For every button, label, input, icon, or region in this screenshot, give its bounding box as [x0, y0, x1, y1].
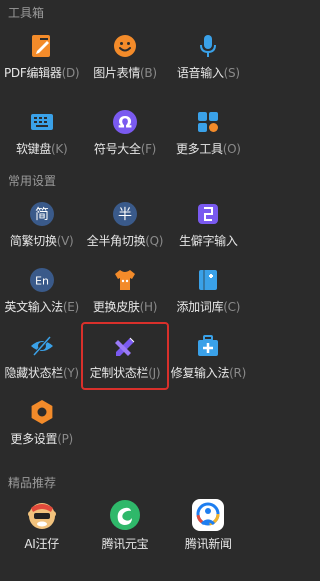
settings-grid: 简 简繁切换(V) 半 全半角切换(Q) 生僻字输入 En 英文输入法(E) 更… — [0, 196, 250, 450]
setting-more-settings[interactable]: 更多设置(P) — [0, 394, 83, 450]
medkit-icon — [194, 332, 222, 360]
tool-image-emoji[interactable]: 图片表情(B) — [83, 28, 166, 84]
book-icon — [194, 266, 222, 294]
setting-customize-statusbar[interactable]: 定制状态栏(J) — [81, 322, 169, 390]
svg-text:简: 简 — [35, 206, 49, 223]
section-title-common-settings: 常用设置 — [8, 174, 57, 188]
recommended-grid: AI汪仔 腾讯元宝 腾讯新闻 — [0, 496, 250, 556]
ai-wangzai-icon — [25, 498, 59, 532]
simplified-icon: 简 — [28, 200, 56, 228]
tool-pdf-editor[interactable]: PDF编辑器(D) — [0, 28, 83, 84]
setting-simplified-traditional[interactable]: 简 简繁切换(V) — [0, 196, 83, 252]
pdf-edit-icon — [28, 32, 56, 60]
keyboard-icon — [28, 108, 56, 136]
tencent-news-icon — [191, 498, 225, 532]
section-title-toolbox: 工具箱 — [8, 6, 45, 20]
pencil-ruler-icon — [111, 332, 139, 360]
omega-icon: Ω — [111, 108, 139, 136]
yuanbao-icon — [108, 498, 142, 532]
setting-change-skin[interactable]: 更换皮肤(H) — [83, 262, 166, 318]
tool-soft-keyboard[interactable]: 软键盘(K) — [0, 104, 83, 160]
grid-icon — [194, 108, 222, 136]
gear-icon — [28, 398, 56, 426]
setting-hide-statusbar[interactable]: 隐藏状态栏(Y) — [0, 328, 83, 384]
halfwidth-icon: 半 — [111, 200, 139, 228]
app-tencent-yuanbao[interactable]: 腾讯元宝 — [83, 496, 166, 552]
tool-more-tools[interactable]: 更多工具(O) — [167, 104, 250, 160]
rare-char-icon — [194, 200, 222, 228]
tool-voice-input[interactable]: 语音输入(S) — [167, 28, 250, 84]
setting-repair-ime[interactable]: 修复输入法(R) — [167, 328, 250, 384]
toolbox-grid: PDF编辑器(D) 图片表情(B) 语音输入(S) 软键盘(K) Ω 符号大全(… — [0, 28, 250, 160]
smiley-icon — [111, 32, 139, 60]
setting-add-dictionary[interactable]: 添加词库(C) — [167, 262, 250, 318]
shirt-icon — [111, 266, 139, 294]
svg-text:En: En — [35, 275, 49, 288]
setting-english-input[interactable]: En 英文输入法(E) — [0, 262, 83, 318]
svg-text:Ω: Ω — [118, 113, 132, 132]
app-tencent-news[interactable]: 腾讯新闻 — [167, 496, 250, 552]
tool-symbols[interactable]: Ω 符号大全(F) — [83, 104, 166, 160]
app-ai-wangzai[interactable]: AI汪仔 — [0, 496, 83, 552]
svg-text:半: 半 — [118, 207, 132, 223]
microphone-icon — [194, 32, 222, 60]
setting-rare-char-input[interactable]: 生僻字输入 — [167, 196, 250, 252]
english-icon: En — [28, 266, 56, 294]
setting-full-half-width[interactable]: 半 全半角切换(Q) — [83, 196, 166, 252]
section-title-recommended: 精品推荐 — [8, 476, 57, 490]
eye-hide-icon — [28, 332, 56, 360]
